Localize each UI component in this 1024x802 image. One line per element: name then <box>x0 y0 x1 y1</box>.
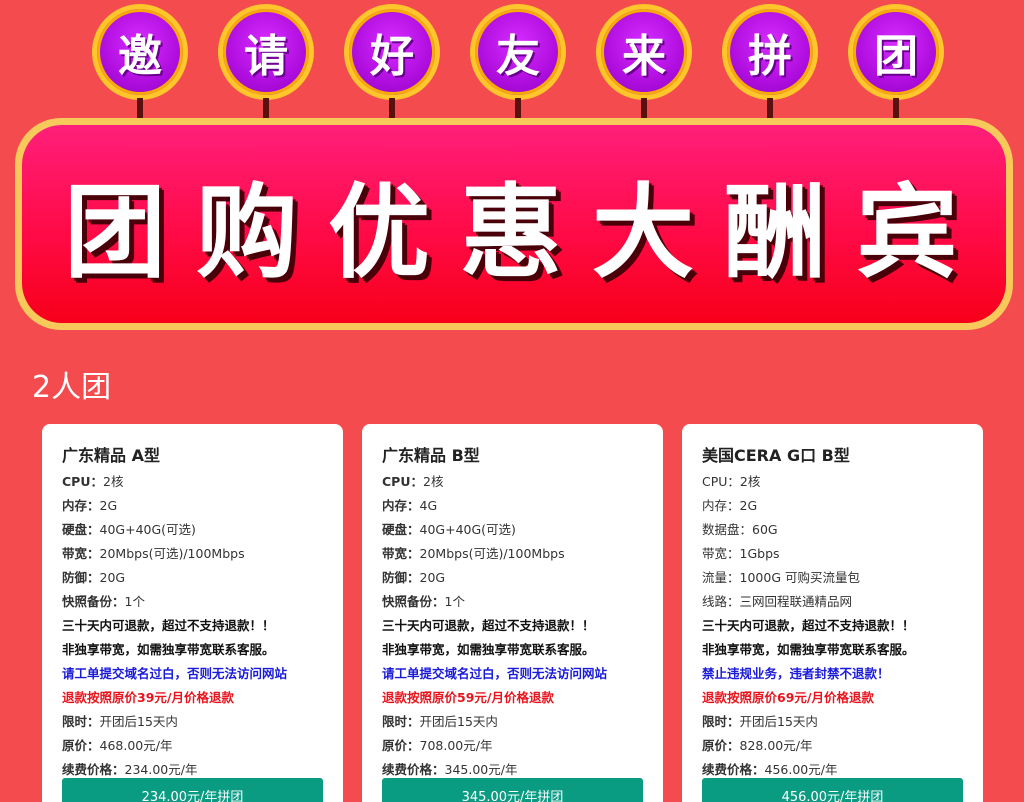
refund-note: 三十天内可退款，超过不支持退款！！ <box>382 618 595 633</box>
spec-row: 内存：2G <box>62 498 118 513</box>
invite-circle: 友 <box>470 4 566 124</box>
invite-char: 请 <box>218 4 314 100</box>
card-title: 美国CERA G口 B型 <box>702 446 850 465</box>
invite-circle: 好 <box>344 4 440 124</box>
spec-row: 带宽：20Mbps(可选)/100Mbps <box>62 546 245 561</box>
invite-char: 好 <box>344 4 440 100</box>
original-price-row: 原价：828.00元/年 <box>702 738 813 753</box>
group-buy-button[interactable]: 234.00元/年拼团 <box>62 778 323 802</box>
warning-note: 请工单提交域名过白，否则无法访问网站 <box>62 666 288 681</box>
spec-row: 防御：20G <box>382 570 446 585</box>
group-buy-button[interactable]: 345.00元/年拼团 <box>382 778 643 802</box>
invite-circle: 请 <box>218 4 314 124</box>
bandwidth-note: 非独享带宽，如需独享带宽联系客服。 <box>702 642 915 657</box>
promo-banner-inner: 团购优惠大酬宾 <box>22 125 1006 323</box>
spec-row: 线路：三网回程联通精品网 <box>702 594 853 609</box>
bandwidth-note: 非独享带宽，如需独享带宽联系客服。 <box>62 642 275 657</box>
original-price-row: 原价：468.00元/年 <box>62 738 173 753</box>
spec-row: 内存：2G <box>702 498 758 513</box>
spec-row: 防御：20G <box>62 570 126 585</box>
spec-row: 快照备份：1个 <box>62 594 145 609</box>
warning-note: 请工单提交域名过白，否则无法访问网站 <box>382 666 608 681</box>
invite-char: 团 <box>848 4 944 100</box>
refund-price-note: 退款按照原价69元/月价格退款 <box>702 690 874 705</box>
spec-row: 带宽：1Gbps <box>702 546 780 561</box>
spec-row: 带宽：20Mbps(可选)/100Mbps <box>382 546 565 561</box>
section-title: 2人团 <box>32 370 112 405</box>
refund-price-note: 退款按照原价39元/月价格退款 <box>62 690 234 705</box>
spec-row: 流量：1000G 可购买流量包 <box>702 570 860 585</box>
spec-row: CPU：2核 <box>382 474 444 489</box>
invite-char: 友 <box>470 4 566 100</box>
spec-row: CPU：2核 <box>62 474 124 489</box>
bandwidth-note: 非独享带宽，如需独享带宽联系客服。 <box>382 642 595 657</box>
refund-note: 三十天内可退款，超过不支持退款！！ <box>702 618 915 633</box>
invite-char: 来 <box>596 4 692 100</box>
invite-circles: 邀 请 好 友 来 拼 团 <box>0 0 1024 125</box>
original-price-row: 原价：708.00元/年 <box>382 738 493 753</box>
group-buy-button[interactable]: 456.00元/年拼团 <box>702 778 963 802</box>
card-title: 广东精品 A型 <box>62 446 160 465</box>
refund-note: 三十天内可退款，超过不支持退款！！ <box>62 618 275 633</box>
spec-row: 硬盘：40G+40G(可选) <box>62 522 196 537</box>
spec-row: 硬盘：40G+40G(可选) <box>382 522 516 537</box>
spec-row: 内存：4G <box>382 498 438 513</box>
limit-row: 限时：开团后15天内 <box>382 714 498 729</box>
invite-char: 邀 <box>92 4 188 100</box>
refund-price-note: 退款按照原价59元/月价格退款 <box>382 690 554 705</box>
product-card: 广东精品 A型 CPU：2核 内存：2G 硬盘：40G+40G(可选) 带宽：2… <box>42 424 343 802</box>
limit-row: 限时：开团后15天内 <box>62 714 178 729</box>
invite-char: 拼 <box>722 4 818 100</box>
product-card: 美国CERA G口 B型 CPU：2核 内存：2G 数据盘：60G 带宽：1Gb… <box>682 424 983 802</box>
limit-row: 限时：开团后15天内 <box>702 714 818 729</box>
product-card: 广东精品 B型 CPU：2核 内存：4G 硬盘：40G+40G(可选) 带宽：2… <box>362 424 663 802</box>
spec-row: CPU：2核 <box>702 474 761 489</box>
spec-row: 快照备份：1个 <box>382 594 465 609</box>
invite-circle: 团 <box>848 4 944 124</box>
spec-row: 数据盘：60G <box>702 522 778 537</box>
warning-note: 禁止违规业务，违者封禁不退款！ <box>702 666 890 681</box>
invite-circle: 拼 <box>722 4 818 124</box>
invite-circle: 来 <box>596 4 692 124</box>
invite-circle: 邀 <box>92 4 188 124</box>
banner-title: 团购优惠大酬宾 <box>64 173 988 293</box>
promo-banner: 团购优惠大酬宾 <box>15 118 1013 330</box>
card-title: 广东精品 B型 <box>382 446 480 465</box>
